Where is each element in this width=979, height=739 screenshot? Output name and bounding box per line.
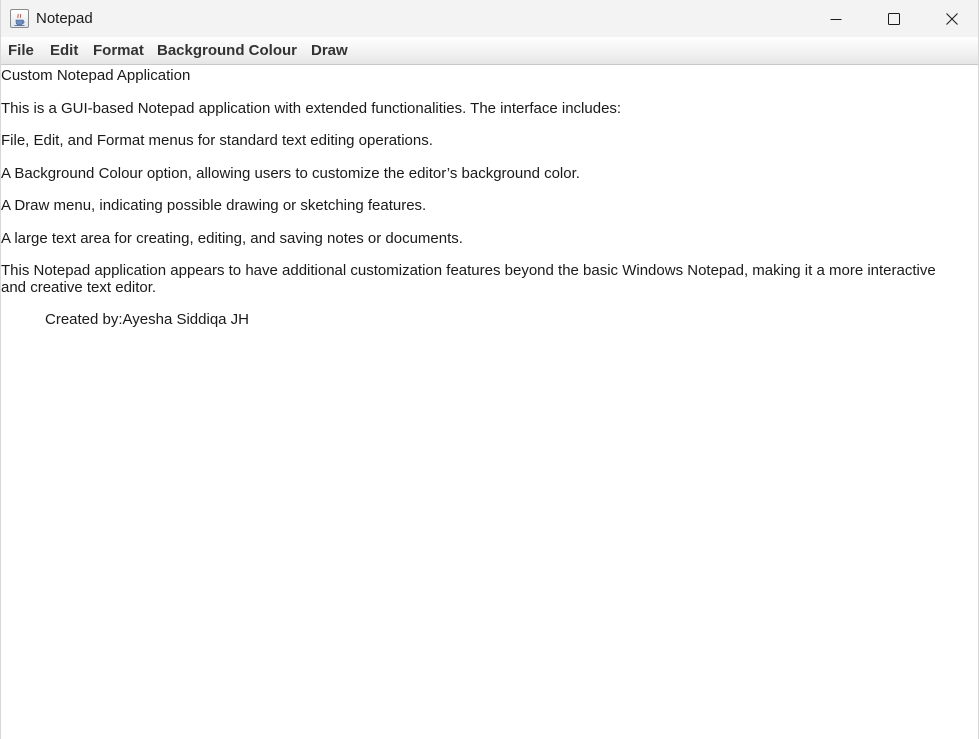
close-button[interactable] xyxy=(923,0,979,37)
text-line: This Notepad application appears to have… xyxy=(1,262,936,296)
notepad-window: Notepad File Edit Format Background Colo… xyxy=(0,0,979,739)
menu-bar: File Edit Format Background Colour Draw xyxy=(1,37,978,65)
text-line: Custom Notepad Application xyxy=(1,67,191,84)
menu-edit[interactable]: Edit xyxy=(50,42,78,59)
menu-file[interactable]: File xyxy=(8,42,34,59)
text-line: A Draw menu, indicating possible drawing… xyxy=(1,197,427,214)
maximize-button[interactable] xyxy=(865,0,923,37)
close-icon xyxy=(946,12,958,25)
title-bar[interactable]: Notepad xyxy=(1,0,978,37)
text-line: A Background Colour option, allowing use… xyxy=(1,165,580,182)
java-cup-icon xyxy=(10,9,29,28)
maximize-icon xyxy=(888,12,900,25)
menu-background-colour[interactable]: Background Colour xyxy=(157,42,297,59)
text-line: This is a GUI-based Notepad application … xyxy=(1,100,622,117)
menu-format[interactable]: Format xyxy=(93,42,144,59)
text-area[interactable]: Custom Notepad Application This is a GUI… xyxy=(1,65,978,739)
text-line: A large text area for creating, editing,… xyxy=(1,230,463,247)
window-title: Notepad xyxy=(36,10,93,27)
author-line: Created by:Ayesha Siddiqa JH xyxy=(45,311,250,328)
menu-draw[interactable]: Draw xyxy=(311,42,348,59)
minimize-icon xyxy=(830,18,842,20)
text-line: File, Edit, and Format menus for standar… xyxy=(1,132,433,149)
minimize-button[interactable] xyxy=(807,0,865,37)
